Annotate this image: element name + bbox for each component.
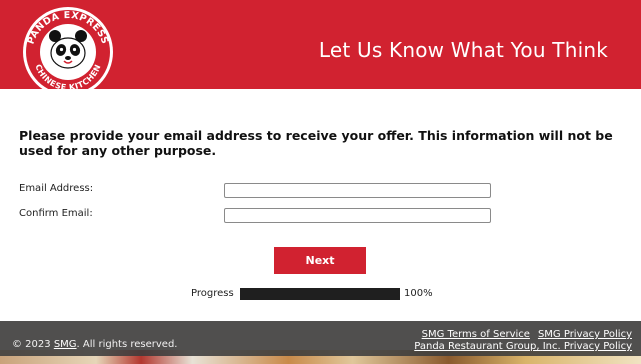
survey-card: Please provide your email address to rec… — [0, 89, 641, 321]
page-title: Let Us Know What You Think — [318, 38, 608, 62]
panda-privacy-link[interactable]: Panda Restaurant Group, Inc. Privacy Pol… — [414, 341, 632, 352]
confirm-email-field[interactable] — [224, 208, 491, 223]
intro-text: Please provide your email address to rec… — [19, 128, 613, 158]
progress-bar-fill — [240, 288, 400, 300]
email-field[interactable] — [224, 183, 491, 198]
progress-bar — [240, 288, 400, 300]
copyright: © 2023 SMG. All rights reserved. — [12, 339, 177, 350]
smg-privacy-link[interactable]: SMG Privacy Policy — [538, 329, 632, 340]
progress-percent: 100% — [404, 288, 433, 299]
smg-terms-link[interactable]: SMG Terms of Service — [422, 329, 530, 340]
panda-express-logo: PANDA EXPRESS CHINESE KITCHEN ® — [23, 7, 115, 98]
footer: © 2023 SMG. All rights reserved. SMG Ter… — [0, 321, 641, 356]
copyright-suffix: . All rights reserved. — [76, 339, 178, 350]
footer-links: SMG Terms of Service SMG Privacy Policy P… — [414, 329, 632, 353]
next-button[interactable]: Next — [274, 247, 366, 274]
confirm-email-label: Confirm Email: — [19, 208, 93, 219]
copyright-prefix: © 2023 — [12, 339, 54, 350]
email-label: Email Address: — [19, 183, 94, 194]
header-banner: PANDA EXPRESS CHINESE KITCHEN ® Let Us K… — [0, 0, 641, 98]
progress-label: Progress — [191, 288, 234, 299]
smg-link[interactable]: SMG — [54, 339, 77, 350]
